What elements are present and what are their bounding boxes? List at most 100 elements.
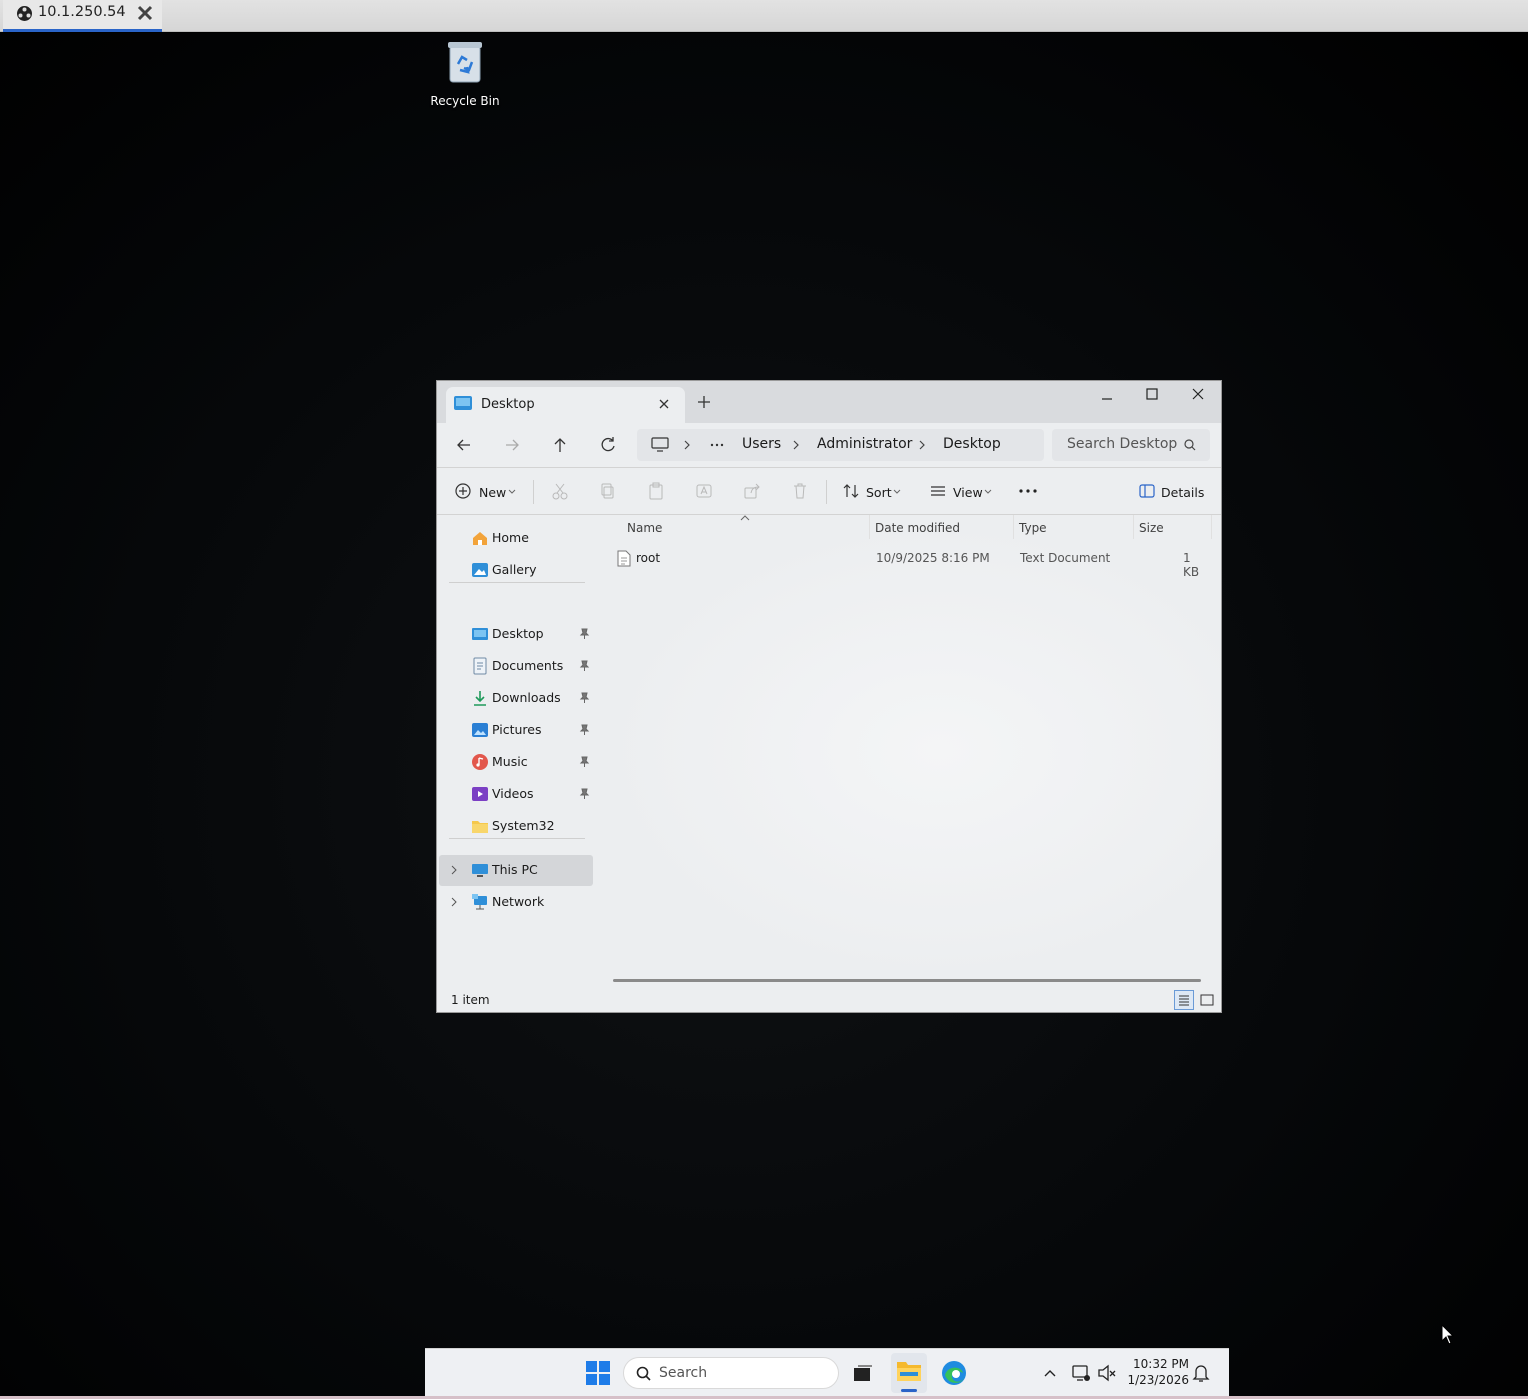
nav-item-downloads[interactable]: Downloads (439, 683, 593, 713)
divider (826, 480, 827, 504)
nav-item-label: System32 (492, 818, 555, 833)
downloads-icon (474, 691, 486, 706)
videos-icon (472, 787, 488, 801)
sort-ascending-icon (740, 515, 750, 521)
search-placeholder: Search Desktop (1067, 436, 1178, 452)
copy-icon[interactable] (598, 479, 618, 503)
column-divider[interactable] (869, 515, 870, 539)
folder-icon (472, 821, 488, 833)
maximize-icon[interactable] (1130, 385, 1174, 415)
chevron-right-icon[interactable] (449, 896, 459, 908)
pin-icon[interactable] (579, 756, 590, 768)
notification-bell-icon[interactable] (1191, 1357, 1211, 1389)
file-explorer-taskbar-button[interactable] (891, 1353, 927, 1393)
nav-item-home[interactable]: Home (439, 523, 593, 553)
file-row[interactable]: root 10/9/2025 8:16 PM Text Document 1 K… (607, 545, 1207, 579)
close-session-icon[interactable] (136, 4, 154, 22)
sort-icon[interactable] (841, 479, 861, 503)
column-header-size[interactable]: Size (1139, 521, 1164, 535)
column-header-name[interactable]: Name (627, 521, 662, 535)
file-name: root (636, 551, 661, 565)
close-tab-icon[interactable] (656, 396, 672, 412)
rename-icon[interactable] (694, 479, 714, 503)
new-button[interactable]: New (479, 485, 506, 500)
share-icon[interactable] (742, 479, 762, 503)
nav-item-label: Documents (492, 658, 564, 673)
chevron-down-icon (984, 489, 992, 494)
paste-icon[interactable] (646, 479, 666, 503)
file-explorer-icon (897, 1362, 921, 1381)
address-bar[interactable]: Users Administrator Desktop (637, 429, 1044, 461)
back-arrow-icon[interactable] (450, 432, 478, 458)
search-box[interactable]: Search Desktop (1052, 429, 1210, 461)
divider (533, 480, 534, 504)
column-header-date[interactable]: Date modified (875, 521, 960, 535)
nav-item-music[interactable]: Music (439, 747, 593, 777)
edge-browser-icon[interactable] (939, 1357, 969, 1389)
minimize-icon[interactable] (1085, 385, 1129, 415)
nav-item-label: Pictures (492, 722, 542, 737)
start-icon[interactable] (583, 1357, 613, 1389)
up-arrow-icon[interactable] (546, 432, 574, 458)
explorer-tab[interactable]: Desktop (446, 387, 685, 423)
nav-item-pictures[interactable]: Pictures (439, 715, 593, 745)
cut-icon[interactable] (550, 479, 570, 503)
details-pane-icon[interactable] (1138, 479, 1156, 503)
this-pc-icon (472, 864, 488, 877)
large-icons-view-icon[interactable] (1197, 990, 1217, 1010)
pin-icon[interactable] (579, 692, 590, 704)
system-clock[interactable]: 10:32 PM 1/23/2026 (1125, 1356, 1189, 1388)
navigation-pane: Home Gallery Desktop Documents Downloads… (437, 515, 595, 985)
task-view-icon[interactable] (849, 1357, 877, 1389)
forward-arrow-icon[interactable] (498, 432, 526, 458)
nav-item-system32[interactable]: System32 (439, 811, 593, 841)
breadcrumb-users[interactable]: Users (742, 436, 781, 452)
nav-item-network[interactable]: Network (439, 887, 593, 917)
column-divider[interactable] (1211, 515, 1212, 539)
view-button[interactable]: View (953, 485, 983, 500)
pin-icon[interactable] (579, 660, 590, 672)
explorer-tab-strip: Desktop (437, 381, 1221, 423)
new-plus-icon[interactable] (454, 479, 472, 503)
documents-icon (473, 657, 487, 675)
network-status-icon[interactable] (1070, 1357, 1092, 1389)
pin-icon[interactable] (579, 628, 590, 640)
file-date: 10/9/2025 8:16 PM (876, 551, 990, 565)
chevron-up-icon[interactable] (1040, 1357, 1060, 1389)
remote-session-bar: 10.1.250.54 (0, 0, 1528, 32)
pin-icon[interactable] (579, 788, 590, 800)
active-app-indicator (901, 1389, 917, 1392)
details-view-icon[interactable] (1174, 990, 1194, 1010)
new-tab-icon[interactable] (695, 393, 713, 411)
column-header-type[interactable]: Type (1019, 521, 1047, 535)
breadcrumb-administrator[interactable]: Administrator (817, 436, 912, 452)
chevron-right-icon[interactable] (449, 864, 459, 876)
horizontal-scrollbar[interactable] (613, 979, 1201, 982)
nav-item-this-pc[interactable]: This PC (439, 855, 593, 886)
volume-muted-icon[interactable] (1096, 1357, 1118, 1389)
taskbar-search-label: Search (659, 1365, 708, 1381)
recycle-bin-shortcut[interactable]: Recycle Bin (426, 40, 504, 108)
refresh-icon[interactable] (594, 432, 622, 458)
search-icon (1184, 439, 1196, 451)
close-window-icon[interactable] (1176, 385, 1220, 415)
taskbar-search[interactable]: Search (623, 1357, 839, 1389)
more-locations-icon[interactable] (710, 443, 724, 447)
remote-session-tab[interactable]: 10.1.250.54 (3, 0, 162, 32)
gallery-icon (472, 563, 488, 577)
breadcrumb-desktop[interactable]: Desktop (943, 436, 1001, 452)
explorer-tab-title: Desktop (481, 397, 535, 412)
column-divider[interactable] (1013, 515, 1014, 539)
nav-item-gallery[interactable]: Gallery (439, 555, 593, 585)
pin-icon[interactable] (579, 724, 590, 736)
details-button[interactable]: Details (1161, 485, 1204, 500)
sort-button[interactable]: Sort (866, 485, 892, 500)
nav-item-documents[interactable]: Documents (439, 651, 593, 681)
nav-item-desktop[interactable]: Desktop (439, 619, 593, 649)
column-divider[interactable] (1133, 515, 1134, 539)
clock-time: 10:32 PM (1133, 1357, 1189, 1371)
more-options-icon[interactable] (1017, 479, 1039, 503)
delete-icon[interactable] (790, 479, 810, 503)
nav-item-videos[interactable]: Videos (439, 779, 593, 809)
view-icon[interactable] (928, 479, 948, 503)
